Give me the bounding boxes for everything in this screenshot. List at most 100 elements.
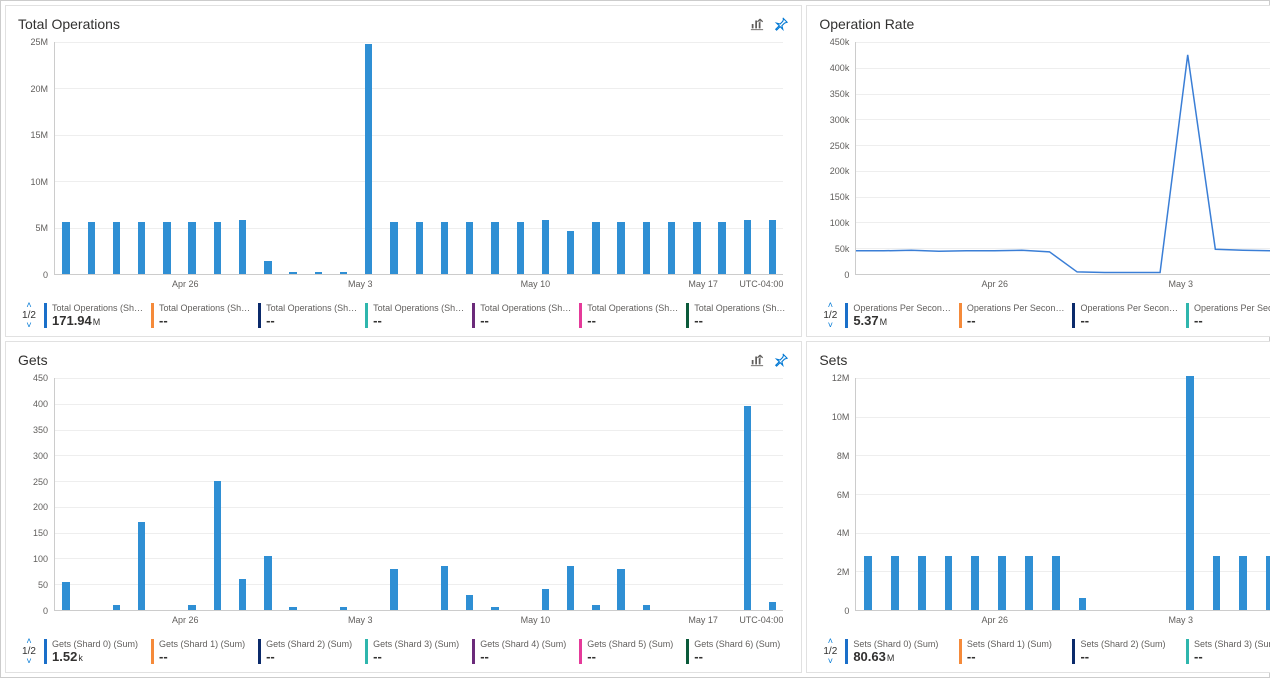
legend: ˄ 1/2 ˅ Operations Per Secon…5.37MOperat… — [819, 301, 1270, 330]
bar — [188, 605, 195, 610]
legend-item[interactable]: Gets (Shard 6) (Sum)-- — [682, 637, 789, 666]
legend-item[interactable]: Operations Per Secon…-- — [1182, 301, 1270, 330]
legend-item[interactable]: Total Operations (Sh…-- — [468, 301, 575, 330]
legend-item[interactable]: Total Operations (Sh…-- — [254, 301, 361, 330]
pager-up-icon[interactable]: ˄ — [828, 637, 833, 646]
legend-pager[interactable]: ˄ 1/2 ˅ — [18, 637, 40, 666]
legend-label: Gets (Shard 1) (Sum) — [159, 639, 250, 649]
pin-icon[interactable] — [773, 16, 789, 32]
pager-down-icon[interactable]: ˅ — [828, 657, 833, 666]
legend-item[interactable]: Gets (Shard 2) (Sum)-- — [254, 637, 361, 666]
x-tick-label: May 3 — [1169, 615, 1194, 625]
legend-item[interactable]: Gets (Shard 4) (Sum)-- — [468, 637, 575, 666]
bar — [1079, 598, 1087, 610]
panel-title: Sets — [819, 352, 847, 368]
legend-item[interactable]: Total Operations (Sh…171.94M — [40, 301, 147, 330]
legend-item[interactable]: Gets (Shard 1) (Sum)-- — [147, 637, 254, 666]
metrics-icon[interactable] — [749, 352, 765, 368]
legend-value: 1.52k — [52, 649, 143, 664]
legend-item[interactable]: Sets (Shard 3) (Sum)-- — [1182, 637, 1270, 666]
chart-area[interactable]: 050100150200250300350400450 UTC-04:00 Ap… — [18, 374, 789, 633]
legend-item[interactable]: Gets (Shard 0) (Sum)1.52k — [40, 637, 147, 666]
legend-swatch — [845, 639, 848, 664]
pager-down-icon[interactable]: ˅ — [26, 657, 31, 666]
legend-label: Sets (Shard 0) (Sum) — [853, 639, 951, 649]
metrics-icon[interactable] — [749, 16, 765, 32]
legend-item[interactable]: Gets (Shard 5) (Sum)-- — [575, 637, 682, 666]
chart-area[interactable]: 05M10M15M20M25M UTC-04:00 Apr 26May 3May… — [18, 38, 789, 297]
bar — [1213, 556, 1221, 610]
chart-area[interactable]: 02M4M6M8M10M12M UTC-04:00 Apr 26May 3May… — [819, 374, 1270, 633]
pager-down-icon[interactable]: ˅ — [26, 321, 31, 330]
legend-item[interactable]: Total Operations (Sh…-- — [147, 301, 254, 330]
legend-swatch — [151, 303, 154, 328]
legend-item[interactable]: Operations Per Secon…5.37M — [841, 301, 955, 330]
legend-swatch — [1072, 639, 1075, 664]
y-tick-label: 150 — [33, 528, 48, 538]
panel-total-operations: Total Operations 05M10M15M20M25M UTC-04:… — [5, 5, 802, 337]
legend-item[interactable]: Total Operations (Sh…-- — [682, 301, 789, 330]
bar — [668, 222, 675, 274]
legend-value: 5.37M — [853, 313, 951, 328]
panel-sets: Sets 02M4M6M8M10M12M UTC-04:00 Apr 26May… — [806, 341, 1270, 673]
bar — [592, 605, 599, 610]
legend-items: Total Operations (Sh…171.94MTotal Operat… — [40, 301, 789, 330]
y-tick-label: 25M — [30, 37, 48, 47]
legend-item[interactable]: Gets (Shard 3) (Sum)-- — [361, 637, 468, 666]
y-tick-label: 250k — [830, 141, 850, 151]
bar — [289, 272, 296, 274]
legend-label: Total Operations (Sh… — [266, 303, 357, 313]
y-tick-label: 15M — [30, 130, 48, 140]
legend-items: Operations Per Secon…5.37MOperations Per… — [841, 301, 1270, 330]
y-tick-label: 100 — [33, 554, 48, 564]
legend-swatch — [959, 639, 962, 664]
legend-label: Operations Per Secon… — [853, 303, 951, 313]
x-tick-label: May 10 — [521, 615, 551, 625]
bar — [1025, 556, 1033, 610]
legend-swatch — [258, 639, 261, 664]
chart-area[interactable]: 050k100k150k200k250k300k350k400k450k UTC… — [819, 38, 1270, 297]
legend-swatch — [258, 303, 261, 328]
pager-up-icon[interactable]: ˄ — [828, 301, 833, 310]
legend-pager[interactable]: ˄ 1/2 ˅ — [819, 301, 841, 330]
bar — [1052, 556, 1060, 610]
bar — [1186, 376, 1194, 610]
y-tick-label: 0 — [43, 270, 48, 280]
timezone-label: UTC-04:00 — [739, 279, 783, 289]
bar — [239, 579, 246, 610]
legend-pager[interactable]: ˄ 1/2 ˅ — [18, 301, 40, 330]
x-axis-labels: UTC-04:00 Apr 26May 3May 10May 17 — [54, 277, 783, 297]
legend-item[interactable]: Sets (Shard 0) (Sum)80.63M — [841, 637, 955, 666]
y-tick-label: 350 — [33, 425, 48, 435]
y-tick-label: 20M — [30, 84, 48, 94]
bars — [856, 378, 1270, 610]
legend-pager[interactable]: ˄ 1/2 ˅ — [819, 637, 841, 666]
bar — [945, 556, 953, 610]
bar — [542, 220, 549, 274]
bar — [441, 566, 448, 610]
legend-item[interactable]: Total Operations (Sh…-- — [575, 301, 682, 330]
bar — [113, 605, 120, 610]
bar — [971, 556, 979, 610]
bar — [617, 569, 624, 610]
panel-gets: Gets 050100150200250300350400450 UTC-04:… — [5, 341, 802, 673]
legend-item[interactable]: Sets (Shard 1) (Sum)-- — [955, 637, 1069, 666]
line-plot — [856, 42, 1270, 274]
bar — [113, 222, 120, 274]
pager-up-icon[interactable]: ˄ — [26, 301, 31, 310]
pin-icon[interactable] — [773, 352, 789, 368]
legend-item[interactable]: Total Operations (Sh…-- — [361, 301, 468, 330]
y-tick-label: 200 — [33, 502, 48, 512]
legend-label: Total Operations (Sh… — [373, 303, 464, 313]
bar — [88, 222, 95, 274]
legend-item[interactable]: Sets (Shard 2) (Sum)-- — [1068, 637, 1182, 666]
pager-up-icon[interactable]: ˄ — [26, 637, 31, 646]
legend-item[interactable]: Operations Per Secon…-- — [955, 301, 1069, 330]
legend-value: -- — [373, 313, 464, 328]
bar — [891, 556, 899, 610]
panel-header: Sets — [819, 352, 1270, 368]
legend-item[interactable]: Operations Per Secon…-- — [1068, 301, 1182, 330]
pager-down-icon[interactable]: ˅ — [828, 321, 833, 330]
legend-value: -- — [266, 649, 357, 664]
bar — [744, 406, 751, 610]
